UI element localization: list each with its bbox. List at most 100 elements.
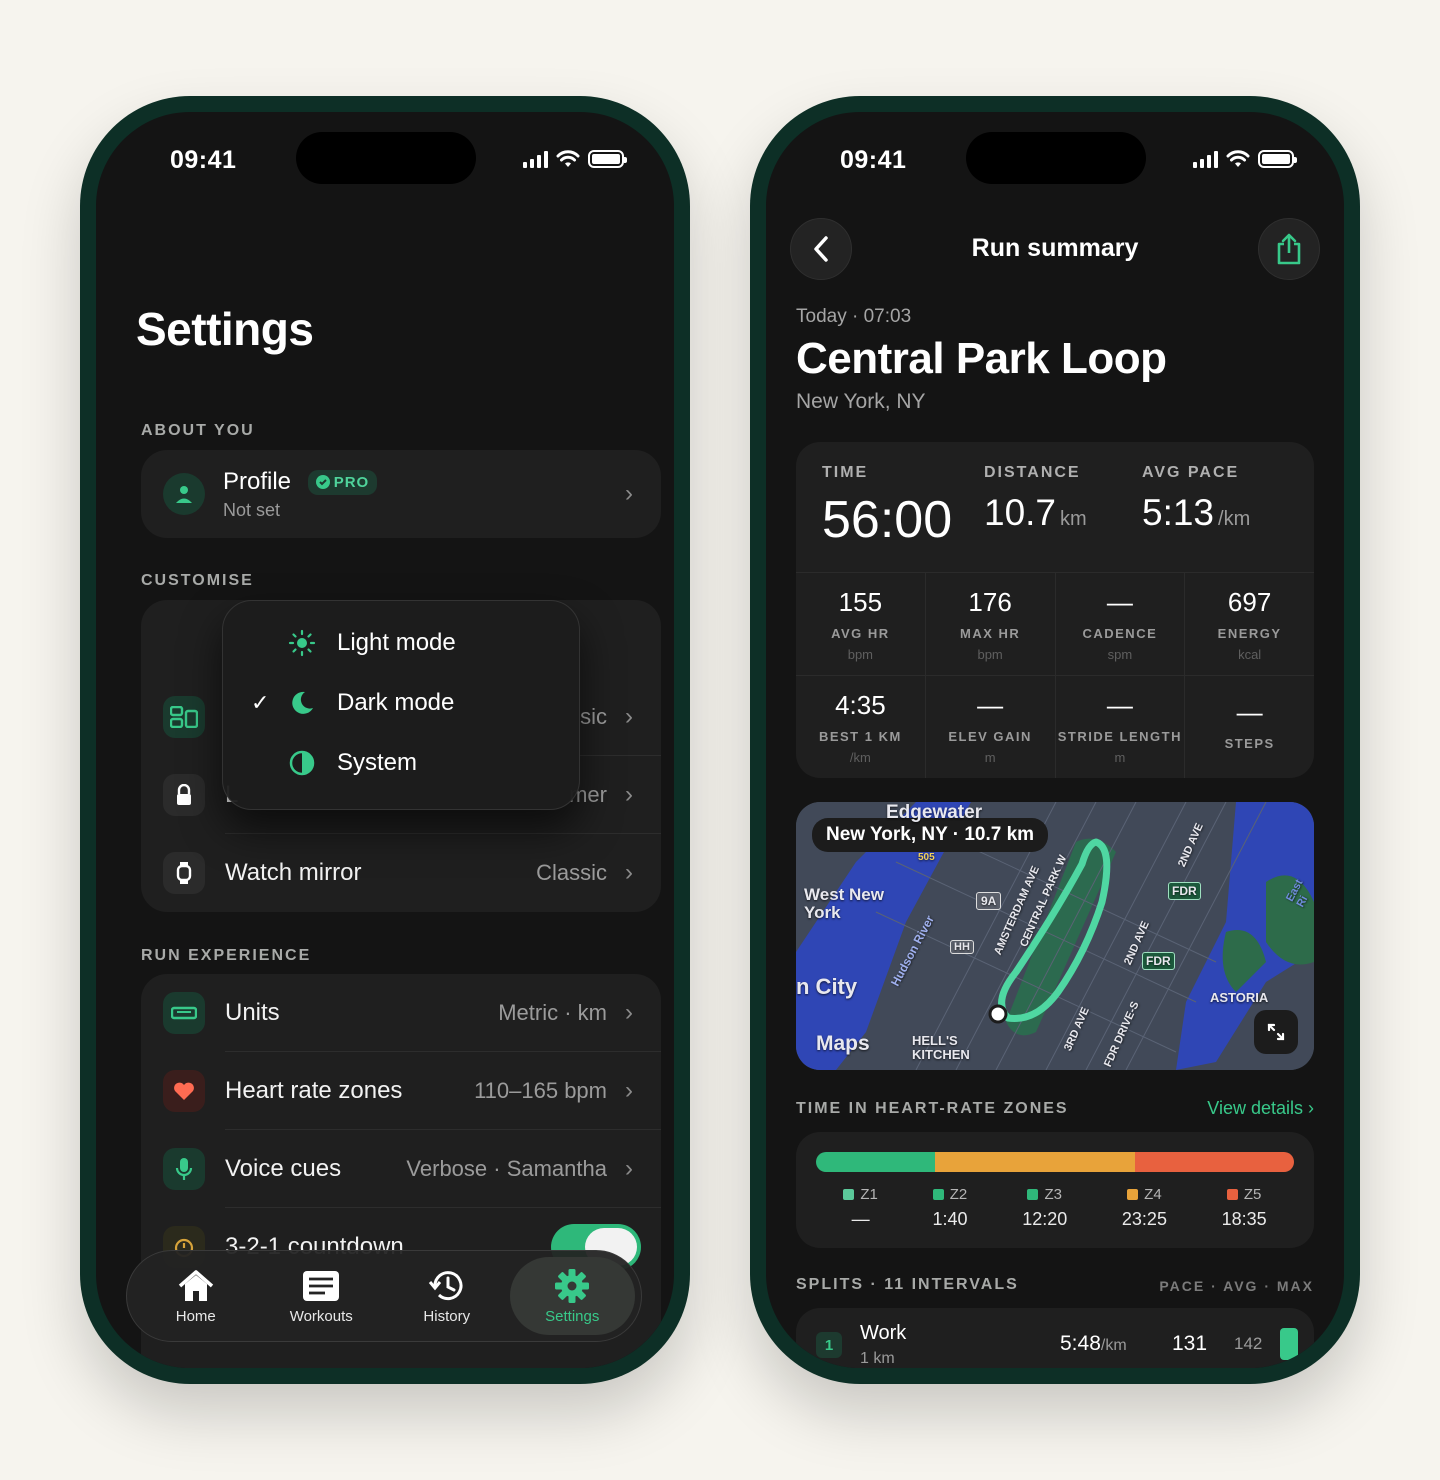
battery-icon (1258, 150, 1297, 168)
share-button[interactable] (1258, 218, 1320, 280)
microphone-icon (163, 1148, 205, 1190)
settings-phone: 09:41 Settings ABOUT YOU Profile PRO Not… (80, 96, 690, 1384)
summary-screen: 09:41 Run summary Today · 07:03 Central … (766, 112, 1344, 1368)
run-date: Today · 07:03 (796, 306, 912, 327)
theme-option-system[interactable]: System (223, 733, 579, 793)
hr-zone-swatch (932, 1189, 944, 1200)
metrics-grid: 155 AVG HR bpm 176 MAX HR bpm — CADENCE spm 69… (796, 572, 1314, 778)
theme-option-dark[interactable]: ✓ Dark mode (223, 673, 579, 733)
split-name: Work (860, 1322, 907, 1344)
signal-icon (1193, 150, 1218, 168)
tab-settings[interactable]: Settings (509, 1257, 635, 1335)
split-intensity-bar (1280, 1328, 1298, 1360)
hr-zone-name: Z3 (1027, 1186, 1062, 1203)
units-value: Metric · km (498, 1000, 607, 1025)
hr-zones-label: Heart rate zones (225, 1077, 403, 1104)
battery-icon (588, 150, 627, 168)
expand-map-button[interactable] (1254, 1010, 1298, 1054)
metric-label: STEPS (1224, 736, 1275, 751)
contrast-icon (287, 748, 317, 778)
tab-history[interactable]: History (384, 1257, 510, 1335)
pace-unit: /km (1218, 508, 1251, 530)
metric-elev-gain: — ELEV GAIN m (924, 676, 1055, 778)
stats-card: TIME 56:00 DISTANCE 10.7 km AVG PACE 5:13… (796, 442, 1314, 778)
summary-phone: 09:41 Run summary Today · 07:03 Central … (750, 96, 1360, 1384)
gear-icon (555, 1268, 590, 1303)
view-details-link[interactable]: View details › (1207, 1098, 1314, 1119)
metric-unit: m (1114, 749, 1126, 765)
maps-logo-text: Maps (816, 1032, 870, 1055)
map-label-hells-kitchen: HELL'S KITCHEN (912, 1033, 970, 1062)
pro-badge-label: PRO (333, 473, 370, 491)
distance-unit: km (1060, 508, 1087, 530)
stat-distance-label: DISTANCE (984, 464, 1081, 481)
profile-card[interactable]: Profile PRO Not set › (141, 450, 661, 538)
metric-stride: — STRIDE LENGTH m (1054, 676, 1185, 778)
hr-zone-label: Z4 (1144, 1186, 1162, 1203)
stat-pace: AVG PACE 5:13/km (1142, 464, 1250, 534)
split-number: 1 (816, 1332, 842, 1358)
metric-value: 4:35 (835, 689, 886, 720)
hr-zone-value: — (851, 1209, 870, 1229)
hr-zone-z3: Z3 12:20 (1022, 1186, 1067, 1230)
tab-home[interactable]: Home (133, 1257, 259, 1335)
metric-label: ELEV GAIN (948, 728, 1032, 744)
hr-zone-swatch (843, 1189, 855, 1200)
route-map[interactable]: New York, NY · 10.7 km Edgewater West Ne… (796, 802, 1314, 1070)
page-title: Settings (136, 303, 314, 355)
lock-icon (163, 774, 205, 816)
map-shield-fdr: FDR (1168, 882, 1201, 900)
metric-cadence: — CADENCE spm (1054, 573, 1185, 675)
map-label-city: n City (796, 974, 858, 999)
section-run-label: RUN EXPERIENCE (141, 947, 312, 964)
run-row-units[interactable]: Units Metric · km › (141, 974, 661, 1052)
tab-workouts[interactable]: Workouts (259, 1257, 385, 1335)
metric-value: 155 (838, 586, 883, 617)
split-row[interactable]: 1 Work 1 km 5:48/km 131 142 (796, 1308, 1314, 1368)
metric-value: — (977, 689, 1004, 720)
metric-value: 697 (1227, 586, 1272, 617)
metric-unit: m (984, 749, 996, 765)
stat-time: TIME 56:00 (822, 464, 952, 550)
splits-columns: PACE · AVG · MAX (1159, 1278, 1314, 1294)
section-customise-label: CUSTOMISE (141, 572, 254, 589)
run-row-voice[interactable]: Voice cues Verbose · Samantha › (141, 1130, 661, 1208)
chevron-right-icon: › (625, 1077, 633, 1104)
chevron-right-icon: › (625, 781, 633, 808)
hr-zones-card: Z1 — Z2 1:40 Z3 12:20 Z4 23:25 Z5 18:35 (796, 1132, 1314, 1248)
workouts-icon (303, 1270, 340, 1301)
map-label-astoria: ASTORIA (1210, 990, 1269, 1005)
split-distance: 1 km (860, 1350, 895, 1367)
theme-menu: Light mode ✓ Dark mode System (222, 600, 580, 810)
hr-zone-name: Z4 (1127, 1186, 1162, 1203)
run-title: Central Park Loop (796, 334, 1167, 383)
metric-unit: spm (1107, 646, 1133, 662)
hr-zone-segment-z4 (935, 1152, 1136, 1172)
hr-zone-name: Z2 (932, 1186, 967, 1203)
metric-best-km: 4:35 BEST 1 KM/km (796, 676, 925, 778)
tab-label: History (423, 1307, 471, 1325)
layout-value: sic (580, 704, 607, 729)
hr-zone-segment-z5 (1135, 1152, 1294, 1172)
run-row-hr-zones[interactable]: Heart rate zones 110–165 bpm › (141, 1052, 661, 1130)
theme-option-light[interactable]: Light mode (223, 613, 579, 673)
sun-icon (287, 628, 317, 658)
chevron-right-icon: › (625, 703, 633, 730)
metric-energy: 697 ENERGY kcal (1184, 573, 1314, 675)
share-icon (1277, 233, 1301, 265)
layout-icon (163, 696, 205, 738)
metric-value: — (1106, 689, 1133, 720)
metric-label: BEST 1 KM (818, 728, 902, 744)
customise-row-watch[interactable]: Watch mirror Classic › (141, 834, 661, 912)
metric-avg-hr: 155 AVG HR bpm (796, 573, 925, 675)
metric-value: — (1106, 586, 1133, 617)
tab-label: Home (175, 1307, 216, 1325)
history-icon (428, 1270, 463, 1300)
run-location: New York, NY (796, 390, 926, 413)
stat-time-label: TIME (822, 464, 869, 481)
stat-pace-label: AVG PACE (1142, 464, 1240, 481)
profile-title: Profile PRO (223, 468, 378, 496)
dynamic-island (296, 132, 476, 184)
metrics-row: 155 AVG HR bpm 176 MAX HR bpm — CADENCE spm 69… (796, 572, 1314, 675)
profile-row[interactable]: Profile PRO Not set › (141, 450, 661, 538)
